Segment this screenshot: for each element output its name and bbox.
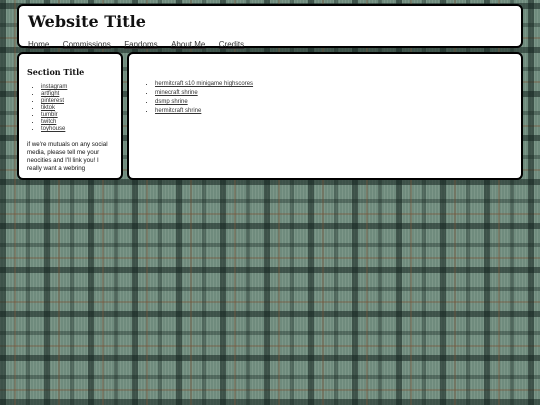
- main-content-panel: hermitcraft s10 minigame highscores mine…: [127, 52, 523, 180]
- header-panel: Website Title Home Commissions Fandoms A…: [17, 4, 523, 49]
- list-item: hermitcraft shrine: [155, 107, 509, 116]
- social-link-artfight[interactable]: artfight: [41, 91, 59, 97]
- list-item: hermitcraft s10 minigame highscores: [155, 80, 509, 89]
- list-item: tumblr: [41, 112, 113, 119]
- list-item: dsmp shrine: [155, 98, 509, 107]
- link-dsmp-shrine[interactable]: dsmp shrine: [155, 99, 188, 105]
- list-item: tiktok: [41, 105, 113, 112]
- main-nav: Home Commissions Fandoms About Me Credit…: [28, 34, 512, 52]
- social-link-toyhouse[interactable]: toyhouse: [41, 126, 65, 132]
- nav-link-about-me[interactable]: About Me: [171, 40, 205, 49]
- list-item: twitch: [41, 119, 113, 126]
- shrine-links-list: hermitcraft s10 minigame highscores mine…: [141, 80, 509, 116]
- social-links-list: instagram artfight pinterest tiktok tumb…: [27, 84, 113, 133]
- nav-link-home[interactable]: Home: [28, 40, 49, 49]
- list-item: instagram: [41, 84, 113, 91]
- social-link-twitch[interactable]: twitch: [41, 119, 56, 125]
- sidebar-note: if we're mutuals on any social media, pl…: [27, 141, 108, 172]
- link-hermitcraft-shrine[interactable]: hermitcraft shrine: [155, 108, 201, 114]
- nav-link-credits[interactable]: Credits: [219, 40, 244, 49]
- link-minecraft-shrine[interactable]: minecraft shrine: [155, 90, 198, 96]
- nav-link-commissions[interactable]: Commissions: [63, 40, 111, 49]
- social-link-pinterest[interactable]: pinterest: [41, 98, 64, 104]
- list-item: toyhouse: [41, 126, 113, 133]
- link-hermitcraft-highscores[interactable]: hermitcraft s10 minigame highscores: [155, 81, 253, 87]
- nav-link-fandoms[interactable]: Fandoms: [124, 40, 157, 49]
- list-item: minecraft shrine: [155, 89, 509, 98]
- sidebar-panel: Section Title instagram artfight pintere…: [17, 52, 123, 180]
- social-link-tiktok[interactable]: tiktok: [41, 105, 55, 111]
- list-item: pinterest: [41, 98, 113, 105]
- sidebar-heading: Section Title: [27, 67, 85, 77]
- social-link-tumblr[interactable]: tumblr: [41, 112, 58, 118]
- list-item: artfight: [41, 91, 113, 98]
- site-title: Website Title: [28, 12, 146, 31]
- social-link-instagram[interactable]: instagram: [41, 84, 67, 90]
